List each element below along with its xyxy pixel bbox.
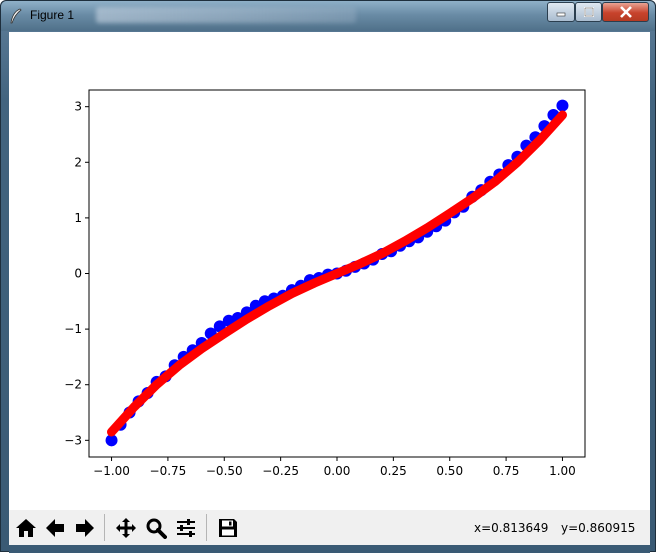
fit-line (107, 110, 567, 437)
back-button[interactable] (41, 514, 68, 541)
cursor-x-readout: x=0.813649 (474, 521, 549, 535)
y-tick-label: −1 (64, 322, 82, 336)
home-icon (15, 518, 36, 537)
toolbar-separator (104, 514, 105, 541)
close-button[interactable] (602, 2, 649, 22)
y-tick-label: 0 (74, 267, 82, 281)
y-tick-label: −2 (64, 378, 82, 392)
maximize-icon (583, 7, 594, 17)
x-tick-label: −1.00 (93, 464, 130, 478)
x-tick-label: 0.25 (380, 464, 407, 478)
y-tick-label: 1 (74, 211, 82, 225)
x-tick-label: 0.75 (493, 464, 520, 478)
zoom-icon (146, 518, 167, 539)
x-tick-label: 0.00 (324, 464, 351, 478)
y-tick-label: −3 (64, 433, 82, 447)
navigation-toolbar: x=0.813649 y=0.860915 (9, 510, 650, 545)
x-tick-label: 0.50 (436, 464, 463, 478)
scatter-point (556, 99, 569, 112)
minimize-icon (556, 12, 566, 17)
figure-canvas[interactable]: −1.00 −0.75 −0.50 −0.25 0.00 0.25 0.50 0.75 1.00… (9, 32, 650, 510)
cursor-y-readout: y=0.860915 (561, 521, 636, 535)
zoom-button[interactable] (142, 514, 169, 541)
configure-subplots-icon (176, 518, 195, 537)
forward-button[interactable] (71, 514, 98, 541)
maximize-button[interactable] (575, 2, 602, 22)
toolbar-separator (206, 514, 207, 541)
x-tick-label: 1.00 (549, 464, 576, 478)
window-title: Figure 1 (30, 8, 75, 22)
back-arrow-icon (45, 518, 64, 537)
x-tick-label: −0.25 (262, 464, 299, 478)
y-tick-label: 3 (74, 100, 82, 114)
pan-button[interactable] (112, 514, 139, 541)
pan-icon (115, 517, 136, 538)
close-icon (619, 6, 632, 18)
home-button[interactable] (12, 514, 39, 541)
save-icon (218, 518, 237, 537)
forward-arrow-icon (75, 518, 94, 537)
feather-icon (10, 8, 22, 24)
y-tick-label: 2 (74, 155, 82, 169)
minimize-button[interactable] (547, 2, 575, 22)
save-button[interactable] (214, 514, 241, 541)
title-bar[interactable]: Figure 1 (1, 1, 655, 31)
configure-subplots-button[interactable] (172, 514, 199, 541)
x-tick-label: −0.50 (206, 464, 243, 478)
figure-window: Figure 1 −1.00 −0.75 −0.50 −0.25 0.00 0.25 0.5… (0, 0, 656, 553)
x-tick-label: −0.75 (150, 464, 187, 478)
blurred-background (96, 7, 356, 23)
chart: −1.00 −0.75 −0.50 −0.25 0.00 0.25 0.50 0.75 1.00… (64, 89, 586, 478)
